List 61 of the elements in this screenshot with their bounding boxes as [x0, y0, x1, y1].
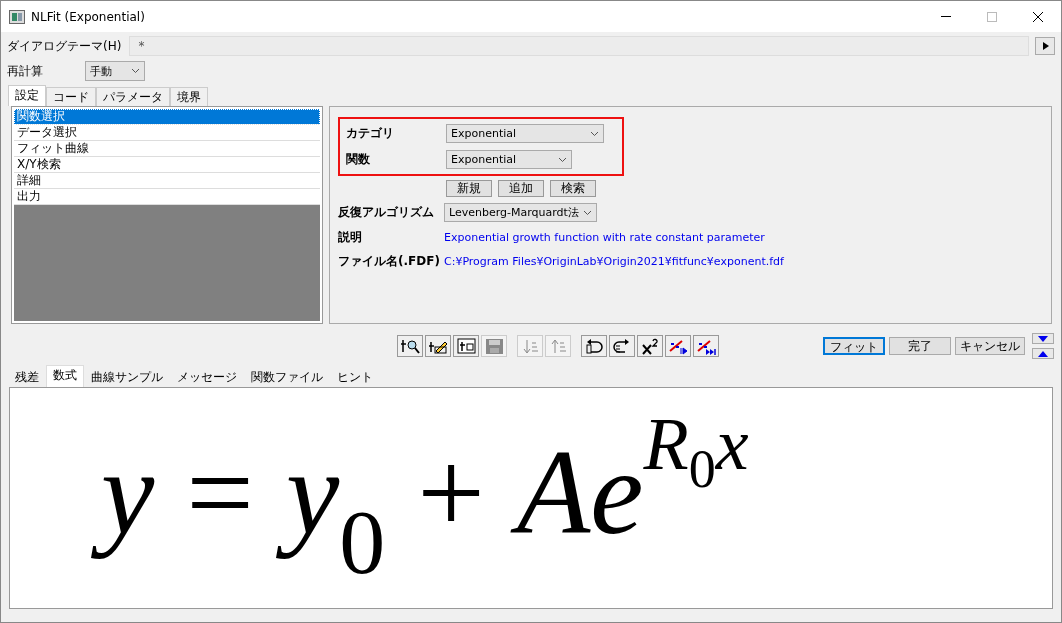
- expand-button[interactable]: [1032, 348, 1054, 359]
- chevron-down-icon: [558, 156, 567, 163]
- collapse-button[interactable]: [1032, 333, 1054, 344]
- nav-item[interactable]: 関数選択: [14, 109, 320, 125]
- nav-item[interactable]: X/Y検索: [14, 157, 320, 173]
- triangle-up-icon: [1037, 349, 1049, 358]
- tab[interactable]: メッセージ: [170, 367, 244, 387]
- file-path: C:¥Program Files¥OriginLab¥Origin2021¥fitfunc¥exponent.fdf: [444, 255, 785, 268]
- maximize-icon: [987, 11, 997, 22]
- window-title: NLFit (Exponential): [31, 9, 146, 24]
- fx-file-button[interactable]: [453, 335, 479, 357]
- tab[interactable]: 境界: [170, 87, 208, 106]
- theme-menu-button[interactable]: [1035, 37, 1055, 55]
- file-label: ファイル名(.FDF): [338, 253, 441, 270]
- tab[interactable]: ヒント: [330, 367, 380, 387]
- tab[interactable]: 設定: [8, 85, 46, 106]
- action-button[interactable]: キャンセル: [955, 337, 1025, 355]
- close-icon: [1033, 11, 1043, 22]
- fit-all-button[interactable]: [693, 335, 719, 357]
- app-icon: [9, 9, 25, 24]
- fx-edit-button[interactable]: [425, 335, 451, 357]
- function-label: 関数: [346, 151, 371, 168]
- redo-button[interactable]: [609, 335, 635, 357]
- tab[interactable]: パラメータ: [96, 87, 170, 106]
- description-label: 説明: [338, 229, 363, 246]
- fx-search-button[interactable]: [397, 335, 423, 357]
- action-button[interactable]: フィット: [823, 337, 885, 355]
- theme-label: ダイアログテーマ(H): [7, 37, 122, 55]
- function-file-icon: [456, 336, 476, 356]
- nav-item[interactable]: フィット曲線: [14, 141, 320, 157]
- algorithm-dropdown[interactable]: Levenberg-Marquardt法: [444, 203, 597, 222]
- undo-button[interactable]: [581, 335, 607, 357]
- theme-field[interactable]: *: [129, 36, 1029, 56]
- function-button[interactable]: 新規: [446, 180, 492, 197]
- fit-one-button[interactable]: [665, 335, 691, 357]
- chevron-down-icon: [131, 68, 140, 74]
- algorithm-label: 反復アルゴリズム: [338, 204, 435, 221]
- function-dropdown[interactable]: Exponential: [446, 150, 572, 169]
- tab[interactable]: 残差: [8, 367, 46, 387]
- chi-square-button[interactable]: [637, 335, 663, 357]
- function-button[interactable]: 検索: [550, 180, 596, 197]
- chevron-down-icon: [590, 130, 599, 137]
- nav-item[interactable]: データ選択: [14, 125, 320, 141]
- chi-square-icon: [640, 336, 660, 356]
- tab[interactable]: コード: [46, 87, 96, 106]
- recalc-dropdown[interactable]: 手動: [85, 61, 145, 81]
- play-icon: [1040, 41, 1050, 51]
- tab[interactable]: 関数ファイル: [244, 367, 330, 387]
- description-text: Exponential growth function with rate constant parameter: [444, 231, 766, 244]
- category-label: カテゴリ: [346, 125, 395, 142]
- function-button[interactable]: 追加: [498, 180, 544, 197]
- chevron-down-icon: [582, 209, 592, 216]
- recalc-label: 再計算: [7, 62, 44, 80]
- tab[interactable]: 数式: [46, 365, 84, 387]
- triangle-down-icon: [1037, 334, 1049, 343]
- nav-item[interactable]: 詳細: [14, 173, 320, 189]
- minimize-icon: [941, 16, 951, 17]
- save-icon: [484, 336, 504, 356]
- undo-icon: [584, 336, 604, 356]
- action-button[interactable]: 完了: [889, 337, 951, 355]
- category-dropdown[interactable]: Exponential: [446, 124, 604, 143]
